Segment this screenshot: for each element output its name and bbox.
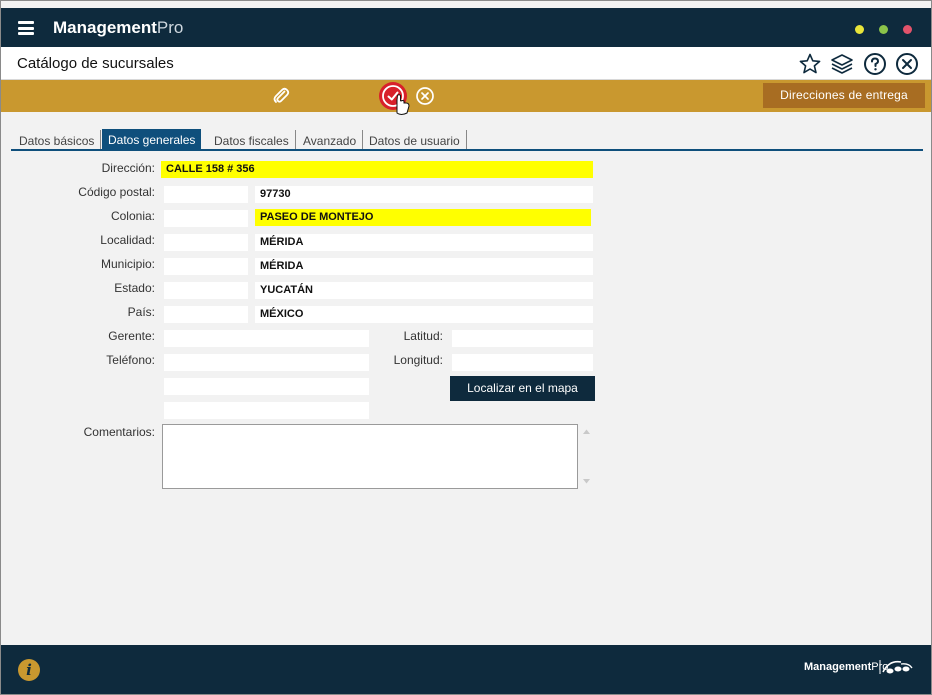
- tab-datos-fiscales[interactable]: Datos fiscales: [208, 130, 296, 150]
- app-name-bold: Management: [53, 18, 157, 37]
- check-icon[interactable]: [377, 80, 411, 116]
- localidad-label: Localidad:: [100, 233, 155, 247]
- action-bar: Direcciones de entrega: [1, 80, 931, 115]
- info-icon[interactable]: i: [18, 659, 40, 681]
- help-icon[interactable]: [863, 52, 887, 76]
- comentarios-scrollbar[interactable]: [579, 424, 594, 489]
- telefono-field-3[interactable]: [164, 402, 369, 419]
- close-window-button[interactable]: [903, 25, 912, 34]
- estado-label: Estado:: [114, 281, 155, 295]
- longitud-label: Longitud:: [393, 353, 443, 367]
- telefono-field-2[interactable]: [164, 378, 369, 395]
- brand-logo-icon: [879, 660, 913, 674]
- municipio-field[interactable]: MÉRIDA: [255, 258, 593, 275]
- tab-datos-de-usuario[interactable]: Datos de usuario: [363, 130, 467, 150]
- tab-datos-basicos[interactable]: Datos básicos: [13, 130, 102, 150]
- layers-icon[interactable]: [830, 52, 854, 76]
- colonia-label: Colonia:: [110, 209, 155, 223]
- pais-code-field[interactable]: [164, 306, 248, 323]
- tab-datos-generales[interactable]: Datos generales: [102, 129, 202, 150]
- hamburger-menu-icon[interactable]: [18, 21, 34, 35]
- colonia-field[interactable]: PASEO DE MONTEJO: [255, 209, 591, 226]
- localidad-field[interactable]: MÉRIDA: [255, 234, 593, 251]
- top-bar: ManagementPro: [1, 8, 931, 47]
- pais-field[interactable]: MÉXICO: [255, 306, 593, 323]
- pais-label: País:: [127, 305, 155, 319]
- minimize-window-button[interactable]: [855, 25, 864, 34]
- tab-underline: [11, 149, 923, 151]
- longitud-field[interactable]: [452, 354, 593, 371]
- paperclip-icon[interactable]: [271, 86, 291, 106]
- maximize-window-button[interactable]: [879, 25, 888, 34]
- latitud-field[interactable]: [452, 330, 593, 347]
- estado-code-field[interactable]: [164, 282, 248, 299]
- close-icon[interactable]: [895, 52, 919, 76]
- direccion-field[interactable]: CALLE 158 # 356: [161, 161, 593, 178]
- direcciones-de-entrega-button[interactable]: Direcciones de entrega: [763, 83, 925, 108]
- page-header: Catálogo de sucursales: [1, 47, 931, 80]
- app-name-light: Pro: [156, 18, 184, 37]
- app-window: ManagementPro Catálogo de sucursales Dir…: [0, 0, 932, 695]
- latitud-label: Latitud:: [403, 329, 443, 343]
- comentarios-textarea[interactable]: [162, 424, 578, 489]
- gerente-label: Gerente:: [108, 329, 155, 343]
- municipio-label: Municipio:: [100, 257, 155, 271]
- page-title: Catálogo de sucursales: [17, 55, 174, 72]
- app-title: ManagementPro: [53, 18, 183, 38]
- municipio-code-field[interactable]: [164, 258, 248, 275]
- footer-bar: i ManagementPro: [1, 645, 931, 694]
- colonia-code-field[interactable]: [164, 210, 248, 227]
- footer-brand-bold: Management: [804, 661, 872, 673]
- cancel-icon[interactable]: [415, 86, 435, 106]
- codigo-postal-code-field[interactable]: [164, 186, 248, 203]
- footer-brand: ManagementPro: [804, 661, 888, 673]
- codigo-postal-field[interactable]: 97730: [255, 186, 593, 203]
- tab-avanzado[interactable]: Avanzado: [297, 130, 364, 150]
- estado-field[interactable]: YUCATÁN: [255, 282, 593, 299]
- comentarios-label: Comentarios:: [83, 425, 155, 439]
- telefono-label: Teléfono:: [106, 353, 155, 367]
- direccion-label: Dirección:: [101, 161, 155, 175]
- codigo-postal-label: Código postal:: [78, 185, 155, 199]
- localidad-code-field[interactable]: [164, 234, 248, 251]
- star-icon[interactable]: [798, 52, 822, 76]
- localizar-en-el-mapa-button[interactable]: Localizar en el mapa: [450, 376, 595, 401]
